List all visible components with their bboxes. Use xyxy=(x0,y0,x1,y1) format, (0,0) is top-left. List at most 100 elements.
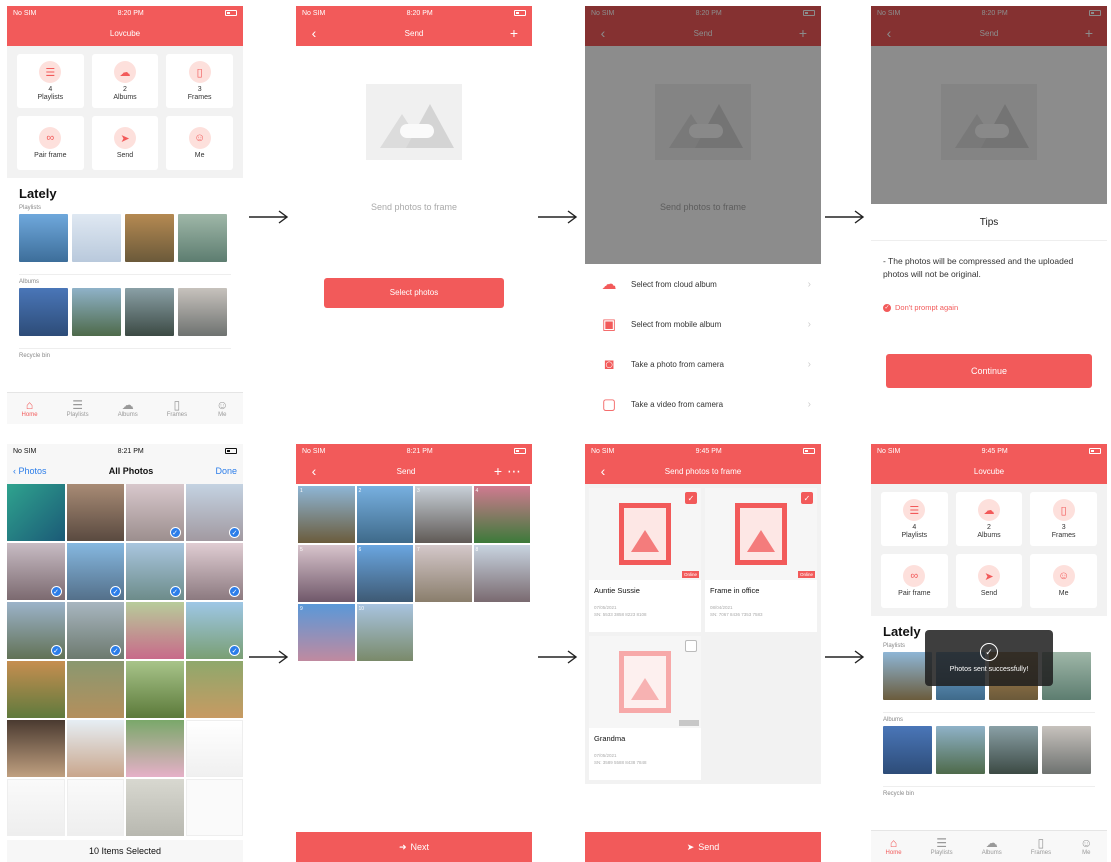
frame-card[interactable]: ✓ Online Auntie Sussie 07/05/2021 SN: 553… xyxy=(589,488,701,632)
tile-albums[interactable]: ☁ 2 Albums xyxy=(91,54,159,108)
photo-cell[interactable]: ✓ xyxy=(185,543,243,600)
selected-photo[interactable]: 5 xyxy=(298,545,355,602)
tile-send[interactable]: ➤ Send xyxy=(91,116,159,170)
tile-label: Playlists xyxy=(901,532,928,539)
tab-me[interactable]: ☺ Me xyxy=(1080,837,1092,857)
photo-cell[interactable] xyxy=(185,661,243,718)
send-button[interactable]: ➤ Send xyxy=(585,832,821,862)
photo-cell[interactable] xyxy=(66,484,124,541)
photo-index: 6 xyxy=(358,547,362,553)
tab-albums[interactable]: ☁ Albums xyxy=(982,837,1002,857)
battery-icon xyxy=(513,448,526,454)
carrier: No SIM xyxy=(877,447,901,455)
tile-frames[interactable]: ▯ 3 Frames xyxy=(166,54,233,108)
selected-photo-grid: 1 2 3 4 5 6 7 8 9 10 xyxy=(296,484,532,663)
tab-frames[interactable]: ▯ Frames xyxy=(167,399,187,419)
photo-cell[interactable] xyxy=(66,661,124,718)
album-thumb[interactable] xyxy=(989,726,1038,774)
done-button[interactable]: Done xyxy=(215,466,237,476)
tile-me[interactable]: ☺ Me xyxy=(1030,554,1097,608)
playlist-thumb[interactable] xyxy=(19,214,68,262)
sheet-item-cloud-album[interactable]: ☁ Select from cloud album › xyxy=(585,264,821,304)
next-button[interactable]: ➜ Next xyxy=(296,832,532,862)
tile-label: Frames xyxy=(1051,532,1076,539)
photo-cell[interactable] xyxy=(126,779,184,836)
back-icon[interactable]: ‹ xyxy=(306,463,322,479)
selected-photo[interactable]: 7 xyxy=(415,545,472,602)
selected-photo[interactable]: 3 xyxy=(415,486,472,543)
photo-cell[interactable] xyxy=(126,661,184,718)
checkbox-checked-icon[interactable]: ✓ xyxy=(685,492,697,504)
photo-cell[interactable] xyxy=(7,484,65,541)
tile-pair-frame[interactable]: ∞ Pair frame xyxy=(881,554,948,608)
photo-cell[interactable]: ✓ xyxy=(7,602,65,659)
photo-cell[interactable]: ✓ xyxy=(126,543,184,600)
checkbox-unchecked-icon[interactable] xyxy=(685,640,697,652)
photo-cell[interactable] xyxy=(7,720,65,777)
tile-albums[interactable]: ☁ 2 Albums xyxy=(955,492,1023,546)
tab-frames[interactable]: ▯ Frames xyxy=(1030,837,1052,857)
checkbox-checked-icon[interactable]: ✓ xyxy=(801,492,813,504)
frame-card[interactable]: ✓ Online Frame in office 08/04/2021 SN: 7… xyxy=(705,488,817,632)
photo-cell[interactable] xyxy=(185,720,243,777)
album-thumb[interactable] xyxy=(178,288,227,336)
photo-cell[interactable]: ✓ xyxy=(185,484,243,541)
photo-cell[interactable] xyxy=(185,779,243,836)
tab-me[interactable]: ☺ Me xyxy=(216,399,228,419)
tile-playlists[interactable]: ☰ 4 Playlists xyxy=(17,54,84,108)
sheet-item-take-video[interactable]: ▢ Take a video from camera › xyxy=(585,384,821,424)
sheet-item-take-photo[interactable]: ◙ Take a photo from camera › xyxy=(585,344,821,384)
more-icon[interactable]: ⋯ xyxy=(506,463,522,480)
back-icon[interactable]: ‹ xyxy=(306,25,322,41)
playlist-thumb[interactable] xyxy=(178,214,227,262)
dont-prompt-checkbox[interactable]: ✓ Don't prompt again xyxy=(883,303,1107,312)
photo-cell[interactable] xyxy=(7,661,65,718)
album-thumb[interactable] xyxy=(883,726,932,774)
photo-cell[interactable]: ✓ xyxy=(66,543,124,600)
album-thumb[interactable] xyxy=(125,288,174,336)
album-thumb[interactable] xyxy=(19,288,68,336)
selected-photo[interactable]: 2 xyxy=(356,486,413,543)
tile-me[interactable]: ☺ Me xyxy=(166,116,233,170)
tab-home[interactable]: ⌂ Home xyxy=(22,399,38,419)
tab-playlists[interactable]: ☰ Playlists xyxy=(67,399,89,419)
back-icon[interactable]: ‹ xyxy=(595,463,611,479)
plus-icon[interactable]: + xyxy=(490,463,506,479)
selected-photo[interactable]: 10 xyxy=(356,604,413,661)
selected-photo[interactable]: 6 xyxy=(356,545,413,602)
playlist-thumb[interactable] xyxy=(125,214,174,262)
photo-cell[interactable] xyxy=(66,779,124,836)
continue-button[interactable]: Continue xyxy=(886,354,1092,388)
select-photos-button[interactable]: Select photos xyxy=(324,278,504,308)
send-icon: ➤ xyxy=(686,841,695,852)
photo-cell[interactable]: ✓ xyxy=(185,602,243,659)
tile-frames[interactable]: ▯ 3 Frames xyxy=(1030,492,1097,546)
tab-home[interactable]: ⌂ Home xyxy=(886,837,902,857)
photo-cell[interactable] xyxy=(126,720,184,777)
photo-cell[interactable] xyxy=(66,720,124,777)
frame-card[interactable]: Grandma 07/05/2021 SN: 3589 5588 8438 78… xyxy=(589,636,701,780)
selected-photo[interactable]: 8 xyxy=(473,545,530,602)
selected-photo[interactable]: 1 xyxy=(298,486,355,543)
photo-cell[interactable]: ✓ xyxy=(126,484,184,541)
album-thumb[interactable] xyxy=(72,288,121,336)
tab-playlists[interactable]: ☰ Playlists xyxy=(931,837,953,857)
photo-cell[interactable] xyxy=(7,779,65,836)
photo-cell[interactable]: ✓ xyxy=(66,602,124,659)
photo-cell[interactable]: ✓ xyxy=(7,543,65,600)
person-icon: ☺ xyxy=(1052,565,1075,587)
plus-icon[interactable]: + xyxy=(506,25,522,41)
back-to-photos-button[interactable]: ‹ Photos xyxy=(13,466,47,476)
playlist-thumb[interactable] xyxy=(72,214,121,262)
selected-photo[interactable]: 9 xyxy=(298,604,355,661)
tile-pair-frame[interactable]: ∞ Pair frame xyxy=(17,116,84,170)
tab-albums[interactable]: ☁ Albums xyxy=(118,399,138,419)
tile-playlists[interactable]: ☰ 4 Playlists xyxy=(881,492,948,546)
album-thumb[interactable] xyxy=(936,726,985,774)
tile-send[interactable]: ➤ Send xyxy=(955,554,1023,608)
sheet-item-mobile-album[interactable]: ▣ Select from mobile album › xyxy=(585,304,821,344)
selected-photo[interactable]: 4 xyxy=(473,486,530,543)
photo-cell[interactable] xyxy=(126,602,184,659)
album-thumb[interactable] xyxy=(1042,726,1091,774)
tab-label: Frames xyxy=(1030,850,1052,856)
